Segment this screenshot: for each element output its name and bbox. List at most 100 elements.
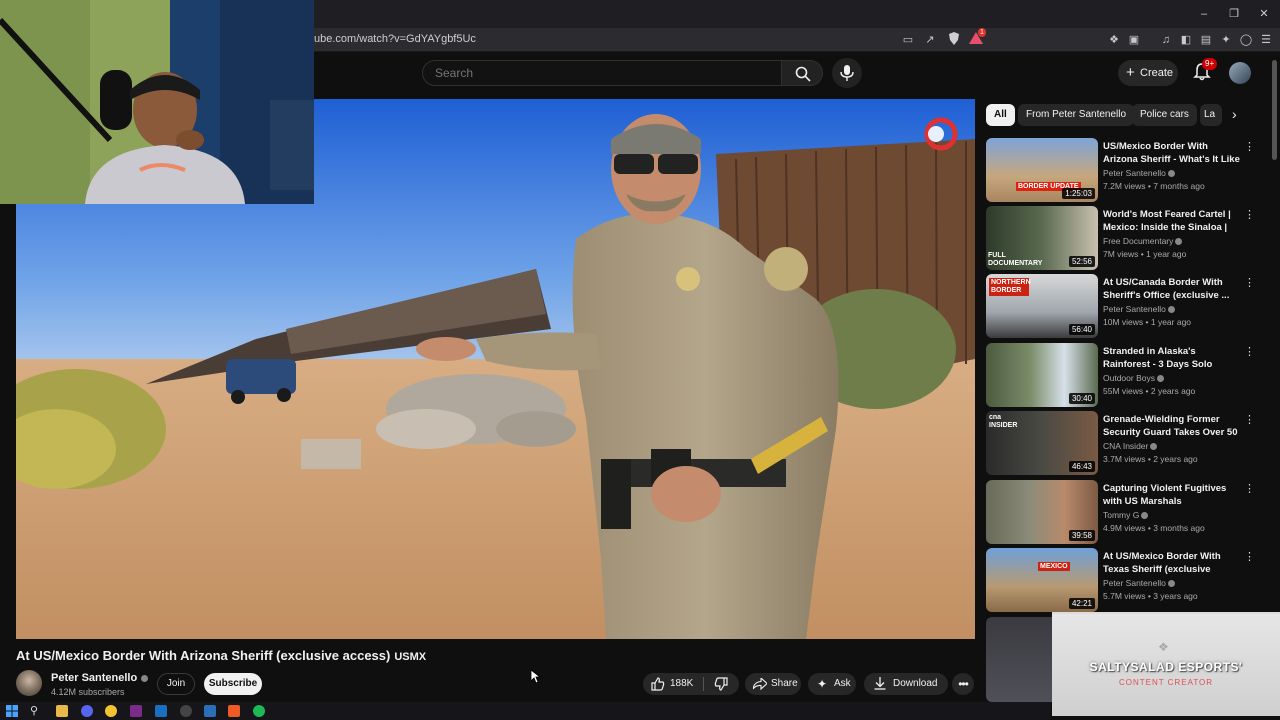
video-thumbnail[interactable]: FULL DOCUMENTARY 52:56 <box>986 206 1098 270</box>
recommendation-channel-name[interactable]: Peter Santenello <box>1103 168 1166 178</box>
recommendation-title[interactable]: US/Mexico Border With Arizona Sheriff - … <box>1103 140 1243 166</box>
more-vertical-icon[interactable]: ⋮ <box>1244 345 1255 358</box>
menu-icon[interactable]: ☰ <box>1258 32 1274 48</box>
chevron-right-icon[interactable]: › <box>1232 106 1237 122</box>
windows-start-icon[interactable] <box>6 705 18 717</box>
channel-name-text[interactable]: Peter Santenello <box>51 672 137 684</box>
share-page-icon[interactable]: ↗ <box>922 32 938 48</box>
recommendation-channel[interactable]: Peter Santenello <box>1103 168 1175 178</box>
create-button[interactable]: + Create <box>1118 60 1178 86</box>
app-icon[interactable] <box>204 705 216 717</box>
more-vertical-icon[interactable]: ⋮ <box>1244 208 1255 221</box>
recommendation-item[interactable]: BORDER UPDATE 1:25:03 US/Mexico Border W… <box>986 138 1266 202</box>
vpn-icon[interactable]: ◯ <box>1238 32 1254 48</box>
recommendation-channel[interactable]: Tommy G <box>1103 510 1149 520</box>
recommendation-title[interactable]: Grenade-Wielding Former Security Guard T… <box>1103 413 1243 439</box>
recommendation-channel[interactable]: Free Documentary <box>1103 236 1183 246</box>
recommendation-title[interactable]: At US/Mexico Border With Texas Sheriff (… <box>1103 550 1243 576</box>
video-thumbnail[interactable]: NORTHERN BORDER 56:40 <box>986 274 1098 338</box>
thumbs-down-icon <box>714 677 728 691</box>
chrome-icon[interactable] <box>105 705 117 717</box>
streamer-branding-overlay: ❖ SALTYSALAD ESPORTS' CONTENT CREATOR <box>1052 612 1280 716</box>
download-button[interactable]: Download <box>864 673 948 695</box>
discord-icon[interactable] <box>81 705 93 717</box>
recommendation-channel[interactable]: Peter Santenello <box>1103 578 1175 588</box>
recommendation-item[interactable]: FULL DOCUMENTARY 52:56 World's Most Fear… <box>986 206 1266 270</box>
screen-cast-icon[interactable]: ▭ <box>900 32 916 48</box>
search-input[interactable] <box>435 66 755 80</box>
video-thumbnail[interactable]: BORDER UPDATE 1:25:03 <box>986 138 1098 202</box>
upload-age: 2 years ago <box>1150 386 1196 396</box>
tab-search-icon[interactable]: ▣ <box>1126 32 1142 48</box>
recommendation-title[interactable]: Capturing Violent Fugitives with US Mars… <box>1103 482 1243 508</box>
url-text[interactable]: ube.com/watch?v=GdYAYgbf5Uc <box>314 33 476 45</box>
recommendation-item[interactable]: cna INSIDER 46:43 Grenade-Wielding Forme… <box>986 411 1266 475</box>
voice-search-button[interactable] <box>832 58 862 88</box>
minimize-icon[interactable]: – <box>1194 6 1214 22</box>
recommendation-channel[interactable]: Outdoor Boys <box>1103 373 1164 383</box>
sidebar-scrollbar[interactable] <box>1272 60 1277 160</box>
verified-icon <box>1167 170 1175 178</box>
close-icon[interactable]: ✕ <box>1254 6 1274 22</box>
recommendation-channel-name[interactable]: Outdoor Boys <box>1103 373 1155 383</box>
restore-icon[interactable]: ❐ <box>1224 6 1244 22</box>
more-vertical-icon[interactable]: ⋮ <box>1244 482 1255 495</box>
leo-ai-icon[interactable]: ✦ <box>1218 32 1234 48</box>
search-button[interactable] <box>781 60 823 86</box>
recommendation-channel-name[interactable]: Peter Santenello <box>1103 304 1166 314</box>
recommendation-item[interactable]: 39:58 Capturing Violent Fugitives with U… <box>986 480 1266 544</box>
recommendation-title[interactable]: At US/Canada Border With Sheriff's Offic… <box>1103 276 1243 302</box>
recommendation-channel-name[interactable]: Peter Santenello <box>1103 578 1166 588</box>
more-actions-button[interactable]: ••• <box>952 673 974 695</box>
brave-rewards-icon[interactable]: 1 <box>968 28 986 48</box>
subscribe-button[interactable]: Subscribe <box>204 673 262 695</box>
search-icon[interactable]: ⚲ <box>30 705 42 717</box>
video-thumbnail[interactable]: 39:58 <box>986 480 1098 544</box>
chip-police-cars[interactable]: Police cars <box>1132 104 1197 126</box>
divider <box>703 677 704 691</box>
recommendation-channel[interactable]: CNA Insider <box>1103 441 1158 451</box>
more-vertical-icon[interactable]: ⋮ <box>1244 140 1255 153</box>
channel-name[interactable]: Peter Santenello <box>51 672 149 684</box>
more-vertical-icon[interactable]: ⋮ <box>1244 276 1255 289</box>
sidebar-toggle-icon[interactable]: ◧ <box>1178 32 1194 48</box>
video-thumbnail[interactable]: 30:40 <box>986 343 1098 407</box>
join-button[interactable]: Join <box>157 673 195 695</box>
more-vertical-icon[interactable]: ⋮ <box>1244 550 1255 563</box>
video-thumbnail[interactable]: MEXICO 42:21 <box>986 548 1098 612</box>
chip-all[interactable]: All <box>986 104 1015 126</box>
recommendation-item[interactable]: MEXICO 42:21 At US/Mexico Border With Te… <box>986 548 1266 612</box>
chip-from-channel[interactable]: From Peter Santenello <box>1018 104 1135 126</box>
recommendation-item[interactable]: NORTHERN BORDER 56:40 At US/Canada Borde… <box>986 274 1266 338</box>
app-icon[interactable] <box>130 705 142 717</box>
recommendation-title[interactable]: Stranded in Alaska's Rainforest - 3 Days… <box>1103 345 1243 371</box>
share-button[interactable]: Share <box>745 673 801 695</box>
wallet-icon[interactable]: ▤ <box>1198 32 1214 48</box>
search-box[interactable] <box>422 60 782 86</box>
video-thumbnail[interactable]: cna INSIDER 46:43 <box>986 411 1098 475</box>
recommendation-channel[interactable]: Peter Santenello <box>1103 304 1175 314</box>
obs-icon[interactable] <box>180 705 192 717</box>
channel-avatar[interactable] <box>16 670 42 696</box>
extensions-icon[interactable]: ❖ <box>1106 32 1122 48</box>
chip-truncated[interactable]: La <box>1200 104 1222 126</box>
view-count: 3.7M views <box>1103 454 1146 464</box>
recommendation-title[interactable]: World's Most Feared Cartel | Mexico: Ins… <box>1103 208 1243 234</box>
music-icon[interactable]: ♫ <box>1158 32 1174 48</box>
user-avatar[interactable] <box>1229 62 1251 84</box>
brave-shield-icon[interactable] <box>946 32 962 48</box>
view-count: 4.9M views <box>1103 523 1146 533</box>
recommendation-item[interactable]: 30:40 Stranded in Alaska's Rainforest - … <box>986 343 1266 407</box>
file-explorer-icon[interactable] <box>56 705 68 717</box>
ask-button[interactable]: ✦ Ask <box>808 673 856 695</box>
recommendation-channel-name[interactable]: CNA Insider <box>1103 441 1148 451</box>
spotify-icon[interactable] <box>253 705 265 717</box>
more-vertical-icon[interactable]: ⋮ <box>1244 413 1255 426</box>
brave-icon[interactable] <box>228 705 240 717</box>
dislike-button[interactable] <box>705 673 739 695</box>
subscriber-count: 4.12M subscribers <box>51 687 125 697</box>
like-button[interactable]: 188K <box>643 673 701 695</box>
steam-icon[interactable] <box>155 705 167 717</box>
recommendation-channel-name[interactable]: Free Documentary <box>1103 236 1173 246</box>
recommendation-channel-name[interactable]: Tommy G <box>1103 510 1139 520</box>
